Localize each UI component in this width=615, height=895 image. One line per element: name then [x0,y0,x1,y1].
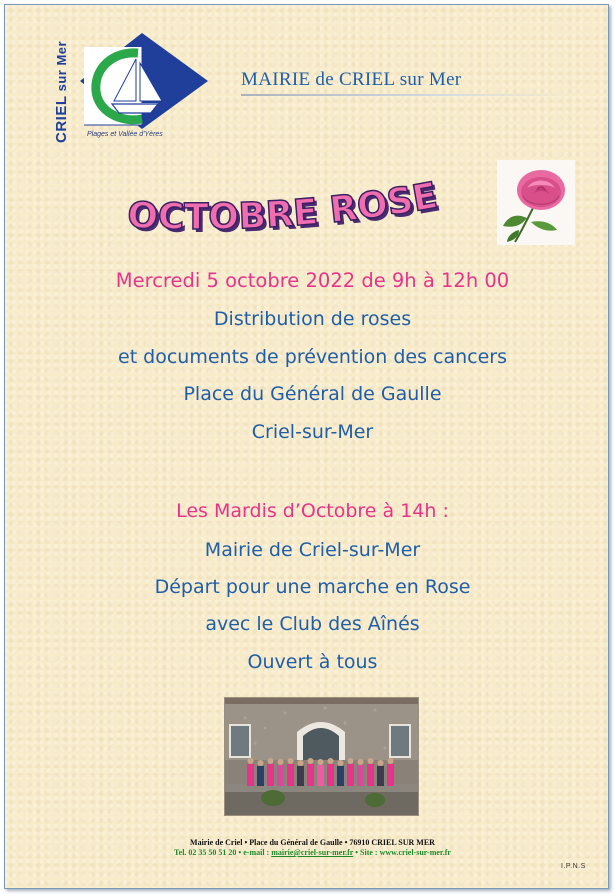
event1-line-2: et documents de prévention des cancers [118,346,507,368]
octobre-rose-title: OCTOBRE ROSE OCTOBRE ROSE [126,175,444,241]
event2-line-1: Mairie de Criel-sur-Mer [204,539,421,561]
event1-line-4: Criel-sur-Mer [251,421,374,443]
logo-caption: Plages et Vallée d'Yères [87,131,163,138]
event2-line-2: Départ pour une marche en Rose [154,576,471,598]
group-photo [224,697,419,816]
footer-tel: Tel. 02 35 50 51 20 • e-mail : [174,848,272,857]
svg-text:OCTOBRE ROSE: OCTOBRE ROSE [127,175,441,238]
footer-site: • Site : www.criel-sur-mer.fr [353,848,451,857]
rose-image [497,160,575,245]
title-rule [241,94,571,96]
ipns-label: I.P.N.S [561,863,586,870]
event1-date: Mercredi 5 octobre 2022 de 9h à 12h 00 [115,269,510,292]
footer-contact: Tel. 02 35 50 51 20 • e-mail : mairie@cr… [5,848,615,857]
footer-email-link[interactable]: mairie@criel-sur-mer.fr [271,848,353,857]
event2-line-3: avec le Club des Aînés [205,613,420,635]
poster: CRIEL sur Mer Plages et Vallée d'Yères M… [4,4,609,889]
event2-line-4: Ouvert à tous [247,651,378,673]
event1-line-1: Distribution de roses [213,308,412,330]
footer-address: Mairie de Criel • Place du Général de Ga… [190,838,435,847]
event1-line-3: Place du Général de Gaulle [183,383,442,405]
logo-vertical-text: CRIEL sur Mer [53,40,70,143]
mairie-title: MAIRIE de CRIEL sur Mer [241,69,462,90]
criel-logo [80,33,208,129]
event2-heading: Les Mardis d’Octobre à 14h : [176,500,449,522]
